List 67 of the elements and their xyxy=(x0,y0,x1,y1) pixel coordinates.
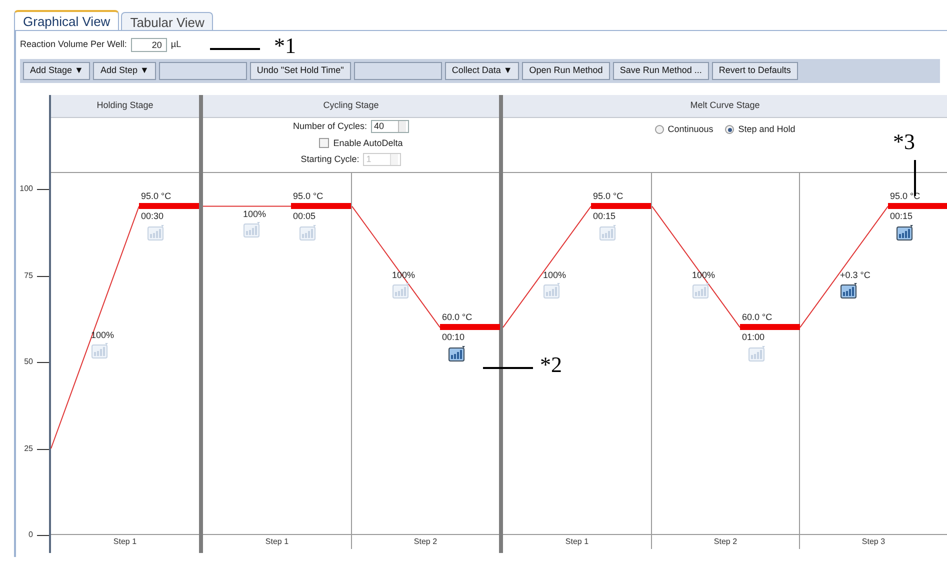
hold-time: 00:30 xyxy=(141,211,164,222)
toolbar-button[interactable]: Collect Data ▼ xyxy=(444,62,520,80)
annotation-label: *3 xyxy=(893,130,915,154)
reaction-volume-label: Reaction Volume Per Well: xyxy=(20,38,127,52)
radio-label: Step and Hold xyxy=(738,123,796,136)
leader-line xyxy=(914,160,916,196)
temperature-label: 95.0 °C xyxy=(141,191,172,202)
view-tab[interactable]: Graphical View xyxy=(14,10,120,30)
axis-tick xyxy=(37,535,49,536)
hold-time: 00:15 xyxy=(593,211,616,222)
radio-label: Continuous xyxy=(668,123,714,136)
hold-time: 00:10 xyxy=(442,332,465,342)
ramp-rate: 100% xyxy=(543,270,566,280)
cycles-label: Number of Cycles: xyxy=(292,120,368,133)
stage-title: Melt Curve Stage xyxy=(503,95,947,118)
hold-bar[interactable] xyxy=(591,203,651,210)
stage-title: Cycling Stage xyxy=(203,95,499,118)
leader-line xyxy=(210,48,260,50)
toolbar-button[interactable]: Add Stage ▼ xyxy=(23,62,90,80)
hold-time: 00:05 xyxy=(293,211,316,222)
unit-label: µL xyxy=(170,38,182,52)
step-label: Step 2 xyxy=(412,536,438,548)
axis-tick xyxy=(37,448,49,450)
checkbox[interactable] xyxy=(319,138,330,148)
ramp-rate: +0.3 °C xyxy=(840,270,870,280)
data-collection-icon[interactable] xyxy=(896,224,914,242)
annotation-label: *2 xyxy=(540,353,562,377)
temperature-label: 60.0 °C xyxy=(742,312,772,322)
annotation-label: *1 xyxy=(274,34,296,58)
volume-input[interactable]: 20 xyxy=(130,38,167,52)
toolbar-button[interactable]: Revert to Defaults xyxy=(712,62,798,80)
toolbar-button[interactable]: Save Run Method ... xyxy=(612,62,709,80)
hold-time: 00:15 xyxy=(890,211,913,222)
axis-tick xyxy=(37,362,49,363)
axis-tick-label: 25 xyxy=(24,444,33,454)
cycles-spinner[interactable]: 40 xyxy=(371,120,410,134)
view-tab[interactable]: Tabular View xyxy=(121,12,214,30)
toolbar-button[interactable]: Add Step ▼ xyxy=(93,62,156,80)
checkbox-label: Enable AutoDelta xyxy=(333,136,403,150)
hold-bar[interactable] xyxy=(888,203,947,210)
hold-bar[interactable] xyxy=(139,203,199,210)
step-label: Step 1 xyxy=(112,536,138,548)
axis-tick-label: 75 xyxy=(24,270,33,280)
hold-bar[interactable] xyxy=(291,203,351,210)
radio-button[interactable] xyxy=(654,125,664,134)
step-label: Step 1 xyxy=(564,536,590,548)
axis-tick-label: 100 xyxy=(20,184,33,194)
starting-cycle-label: Starting Cycle: xyxy=(300,153,360,166)
temperature-label: 60.0 °C xyxy=(442,312,472,322)
hold-time: 01:00 xyxy=(742,332,765,342)
radio-button[interactable] xyxy=(725,125,734,134)
stage-title: Holding Stage xyxy=(51,95,199,118)
ramp-rate: 100% xyxy=(243,209,266,220)
axis-tick xyxy=(37,189,49,190)
temperature-label: 95.0 °C xyxy=(293,191,324,202)
step-label: Step 3 xyxy=(860,536,886,548)
data-collection-icon[interactable] xyxy=(448,345,466,362)
step-label: Step 2 xyxy=(712,536,738,548)
data-collection-icon[interactable] xyxy=(840,282,858,299)
ramp-rate: 100% xyxy=(91,330,114,340)
toolbar-button[interactable]: Open Run Method xyxy=(522,62,610,80)
temperature-label: 95.0 °C xyxy=(593,191,624,202)
toolbar-button[interactable]: Undo "Set Hold Time" xyxy=(250,62,351,80)
axis-tick-label: 0 xyxy=(28,530,33,540)
step-label: Step 1 xyxy=(264,536,290,548)
axis-tick-label: 50 xyxy=(24,357,33,367)
leader-line xyxy=(483,367,533,369)
